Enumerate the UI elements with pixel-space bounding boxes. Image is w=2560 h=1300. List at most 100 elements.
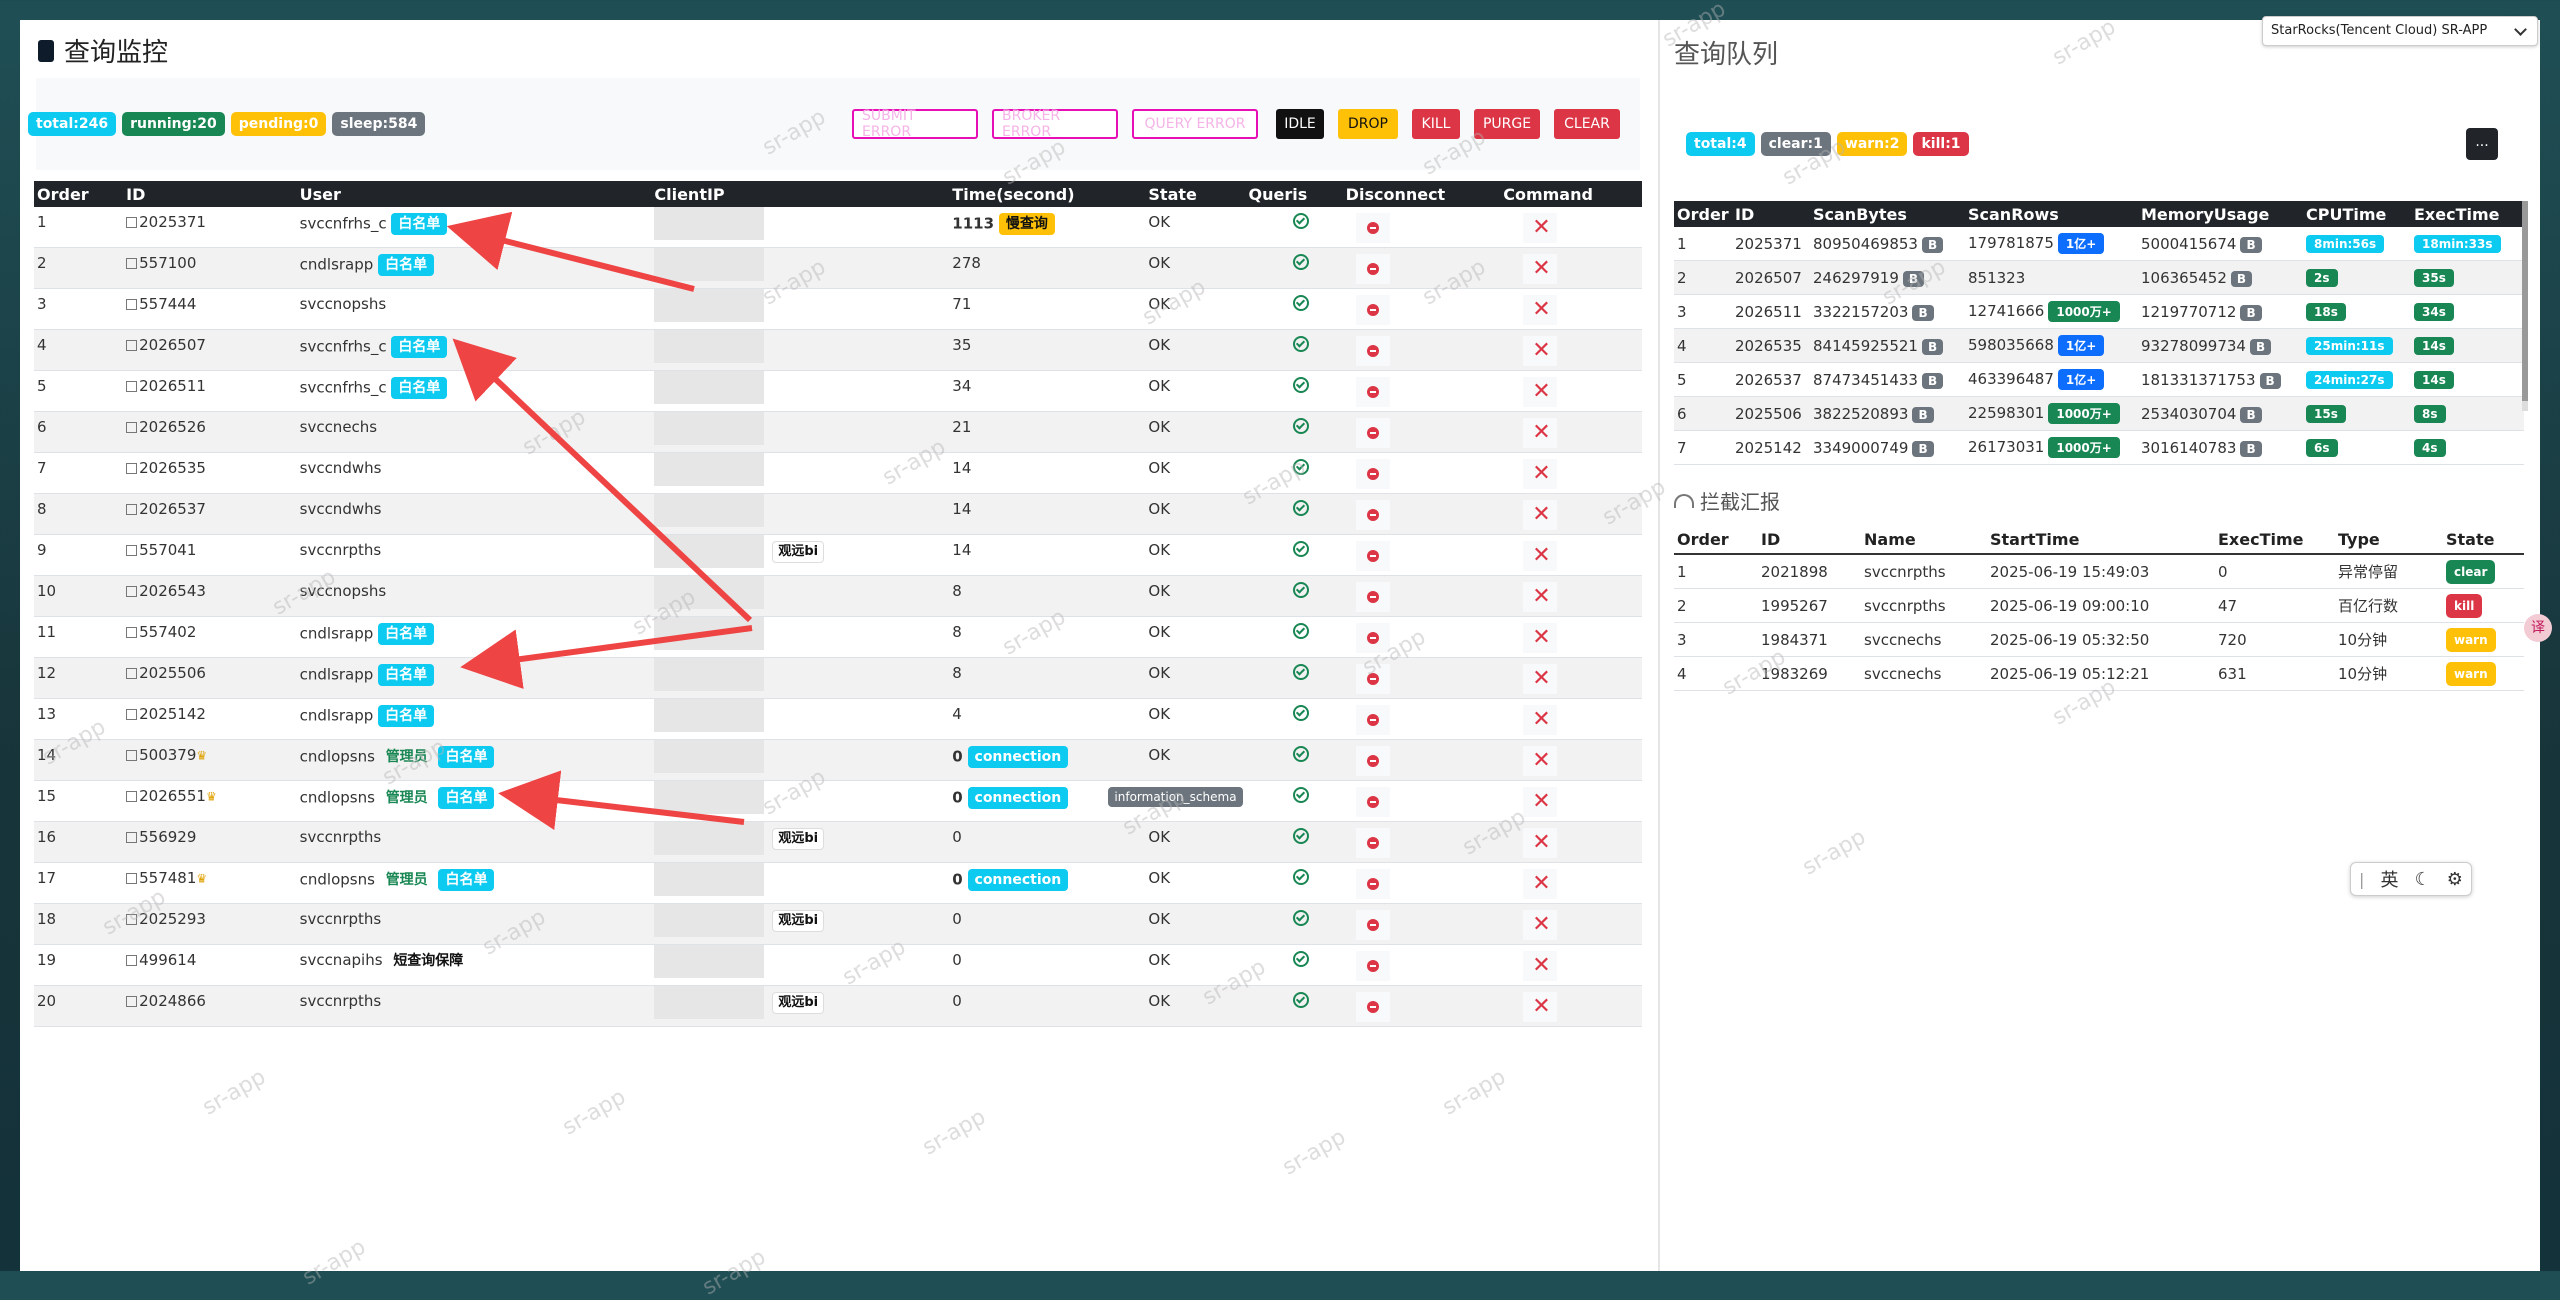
disconnect-button[interactable] [1355,746,1390,776]
column-header: CPUTime [2303,201,2411,227]
kill-query-button[interactable]: ✕ [1523,377,1558,407]
row-checkbox[interactable] [126,217,138,228]
kill-query-button[interactable]: ✕ [1523,705,1558,735]
row-checkbox[interactable] [126,504,138,515]
row-checkbox[interactable] [126,750,138,761]
disconnect-button[interactable] [1355,828,1390,858]
row-checkbox[interactable] [126,873,138,884]
check-circle-icon[interactable] [1292,254,1309,270]
submit-error-button[interactable]: SUBMIT ERROR [852,108,978,140]
disconnect-button[interactable] [1355,869,1390,899]
disconnect-button[interactable] [1355,500,1390,530]
row-checkbox[interactable] [126,791,138,802]
command-cell: ✕ [1500,288,1642,330]
kill-query-button[interactable]: ✕ [1523,664,1558,694]
kill-query-button[interactable]: ✕ [1523,295,1558,325]
user-cell: cndlopsns 管理员 白名单 [296,862,652,904]
row-checkbox[interactable] [126,832,138,843]
disconnect-button[interactable] [1355,992,1390,1022]
row-checkbox[interactable] [126,545,138,556]
ime-lang-toggle[interactable]: 英 [2381,866,2399,892]
disconnect-button[interactable] [1355,254,1390,284]
row-checkbox[interactable] [126,299,138,310]
row-checkbox[interactable] [126,996,138,1007]
row-checkbox[interactable] [126,586,138,597]
gear-icon[interactable]: ⚙ [2447,869,2463,890]
disconnect-button[interactable] [1355,910,1390,940]
kill-query-button[interactable]: ✕ [1523,500,1558,530]
check-circle-icon[interactable] [1292,787,1309,803]
check-circle-icon[interactable] [1292,336,1309,352]
disconnect-button[interactable] [1355,623,1390,653]
check-circle-icon[interactable] [1292,623,1309,639]
check-circle-icon[interactable] [1292,541,1309,557]
kill-button[interactable]: KILL [1412,109,1460,139]
disconnect-button[interactable] [1355,213,1390,243]
disconnect-button[interactable] [1355,582,1390,612]
check-circle-icon[interactable] [1292,664,1309,680]
row-checkbox[interactable] [126,463,138,474]
disconnect-button[interactable] [1355,541,1390,571]
queue-table-scrollbar[interactable] [2522,201,2528,411]
check-circle-icon[interactable] [1292,869,1309,885]
kill-query-button[interactable]: ✕ [1523,418,1558,448]
row-checkbox[interactable] [126,340,138,351]
row-checkbox[interactable] [126,914,138,925]
idle-button[interactable]: IDLE [1276,109,1324,139]
check-circle-icon[interactable] [1292,828,1309,844]
translate-float-button[interactable]: 译 [2524,614,2552,642]
row-checkbox[interactable] [126,627,138,638]
kill-query-button[interactable]: ✕ [1523,869,1558,899]
disconnect-button[interactable] [1355,705,1390,735]
disconnect-button[interactable] [1355,664,1390,694]
kill-query-button[interactable]: ✕ [1523,910,1558,940]
drop-button[interactable]: DROP [1338,109,1398,139]
check-circle-icon[interactable] [1292,582,1309,598]
disconnect-button[interactable] [1355,418,1390,448]
check-circle-icon[interactable] [1292,295,1309,311]
check-circle-icon[interactable] [1292,418,1309,434]
kill-query-button[interactable]: ✕ [1523,828,1558,858]
kill-query-button[interactable]: ✕ [1523,336,1558,366]
kill-query-button[interactable]: ✕ [1523,787,1558,817]
check-circle-icon[interactable] [1292,746,1309,762]
kill-query-button[interactable]: ✕ [1523,541,1558,571]
disconnect-button[interactable] [1355,951,1390,981]
disconnect-button[interactable] [1355,295,1390,325]
disconnect-button[interactable] [1355,459,1390,489]
kill-query-button[interactable]: ✕ [1523,254,1558,284]
check-circle-icon[interactable] [1292,910,1309,926]
kill-query-button[interactable]: ✕ [1523,992,1558,1022]
kill-query-button[interactable]: ✕ [1523,746,1558,776]
kill-query-button[interactable]: ✕ [1523,459,1558,489]
disconnect-button[interactable] [1355,377,1390,407]
clear-button[interactable]: CLEAR [1554,109,1620,139]
moon-icon[interactable]: ☾ [2415,869,2431,890]
row-checkbox[interactable] [126,955,138,966]
row-checkbox[interactable] [126,258,138,269]
user-name: svccnapihs [299,951,383,969]
check-circle-icon[interactable] [1292,500,1309,516]
check-circle-icon[interactable] [1292,951,1309,967]
check-circle-icon[interactable] [1292,213,1309,229]
cluster-select[interactable]: StarRocks(Tencent Cloud) SR-APP [2262,16,2538,46]
broker-error-button[interactable]: BROKER ERROR [992,108,1118,140]
row-checkbox[interactable] [126,668,138,679]
kill-query-button[interactable]: ✕ [1523,582,1558,612]
kill-query-button[interactable]: ✕ [1523,623,1558,653]
kill-query-button[interactable]: ✕ [1523,951,1558,981]
more-button[interactable]: ... [2466,128,2498,160]
check-circle-icon[interactable] [1292,377,1309,393]
disconnect-button[interactable] [1355,787,1390,817]
row-checkbox[interactable] [126,709,138,720]
check-circle-icon[interactable] [1292,992,1309,1008]
row-checkbox[interactable] [126,422,138,433]
close-icon: ✕ [1532,297,1551,322]
purge-button[interactable]: PURGE [1474,109,1540,139]
disconnect-button[interactable] [1355,336,1390,366]
check-circle-icon[interactable] [1292,459,1309,475]
kill-query-button[interactable]: ✕ [1523,213,1558,243]
query-error-button[interactable]: QUERY ERROR [1132,109,1258,139]
check-circle-icon[interactable] [1292,705,1309,721]
row-checkbox[interactable] [126,381,138,392]
